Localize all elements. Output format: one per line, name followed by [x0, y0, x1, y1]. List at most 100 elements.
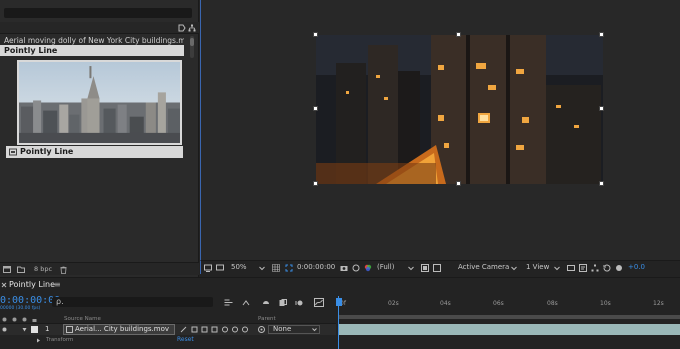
composition-icon: [9, 148, 17, 156]
reset-link[interactable]: Reset: [177, 336, 194, 343]
work-area-bar[interactable]: [338, 315, 680, 319]
project-toolbar: [0, 22, 199, 34]
flowchart-icon[interactable]: [188, 24, 196, 32]
audio-icon[interactable]: [12, 317, 17, 322]
transform-handle[interactable]: [313, 32, 318, 37]
transform-handle[interactable]: [456, 181, 461, 186]
layer-switches-icons[interactable]: [180, 326, 250, 333]
interpret-footage-icon[interactable]: [3, 266, 11, 273]
camera-icon[interactable]: [340, 264, 348, 272]
view-layout-dropdown[interactable]: 1 View: [526, 263, 549, 271]
tag-icon[interactable]: [178, 24, 186, 32]
chevron-down-icon[interactable]: [258, 264, 266, 272]
parent-value: None: [273, 325, 292, 333]
source-name-header[interactable]: Source Name: [64, 316, 101, 322]
transform-group-row[interactable]: Transform Reset: [0, 336, 336, 346]
exposure-value[interactable]: +0.0: [628, 263, 645, 271]
chevron-down-icon: [312, 328, 317, 332]
tab-timeline[interactable]: Pointly Line: [9, 280, 55, 289]
ruler-tick: 12s: [653, 300, 664, 307]
transform-handle[interactable]: [456, 32, 461, 37]
transform-handle[interactable]: [313, 106, 318, 111]
layer-column-headers: Source Name Parent: [0, 315, 336, 324]
playhead[interactable]: [336, 298, 342, 306]
expand-arrow-icon[interactable]: [22, 327, 27, 332]
footage-icon: [66, 326, 73, 333]
close-icon[interactable]: [1, 282, 7, 288]
project-search-input[interactable]: [4, 8, 192, 18]
shy-layers-icon[interactable]: [262, 299, 270, 307]
monitor-icon[interactable]: [216, 264, 224, 272]
reset-exposure-icon[interactable]: [603, 264, 611, 272]
resolution-dropdown[interactable]: (Full): [377, 263, 394, 271]
composition-frame-image: [316, 35, 603, 184]
layer-name-field[interactable]: Aerial... City buildings.mov: [63, 324, 175, 335]
fast-preview-icon[interactable]: [433, 264, 441, 272]
pickwhip-icon[interactable]: [258, 326, 265, 333]
frame-rate-label: 00000 (30.00 fps): [0, 306, 41, 311]
ruler-tick: 02s: [388, 300, 399, 307]
chevron-down-icon[interactable]: [510, 264, 518, 272]
chevron-down-icon[interactable]: [553, 264, 561, 272]
transform-handle[interactable]: [599, 32, 604, 37]
snapshot-icon[interactable]: [352, 264, 360, 272]
transform-handle[interactable]: [599, 181, 604, 186]
draft-3d-icon[interactable]: [242, 299, 250, 307]
selected-project-item[interactable]: Pointly Line: [0, 45, 184, 56]
expand-arrow-icon[interactable]: [36, 338, 41, 343]
ruler-tick: 10s: [600, 300, 611, 307]
frame-blending-icon[interactable]: [279, 299, 287, 307]
layer-row[interactable]: 1 Aerial... City buildings.mov None: [0, 324, 336, 335]
parent-dropdown[interactable]: None: [268, 325, 320, 334]
transform-handle[interactable]: [599, 106, 604, 111]
parent-header[interactable]: Parent: [258, 316, 276, 322]
composition-item-label: Pointly Line: [20, 147, 74, 156]
viewer-toolbar: 50% 0:00:00:00 (Full) Active Camera 1 Vi…: [200, 260, 680, 274]
footage-item-title[interactable]: Aerial moving dolly of New York City bui…: [4, 36, 184, 45]
timeline-icon[interactable]: [579, 264, 587, 272]
timeline-search-input[interactable]: ρ.: [52, 297, 213, 307]
ruler-tick: 04s: [440, 300, 451, 307]
bit-depth-label[interactable]: 8 bpc: [34, 265, 52, 273]
camera-view-dropdown[interactable]: Active Camera: [458, 263, 509, 271]
layer-name-label: Aerial... City buildings.mov: [75, 325, 170, 333]
channel-color-icon[interactable]: [364, 264, 372, 272]
exposure-icon[interactable]: [615, 264, 623, 272]
time-ruler[interactable]: 0f 02s 04s 06s 08s 10s 12s: [336, 296, 680, 314]
grid-icon[interactable]: [272, 264, 280, 272]
transform-label: Transform: [46, 337, 74, 343]
eye-icon[interactable]: [2, 317, 7, 322]
composition-item[interactable]: Pointly Line: [6, 146, 183, 158]
project-scrollbar[interactable]: [189, 36, 195, 58]
city-skyline-image: [19, 62, 180, 143]
ruler-tick: 06s: [493, 300, 504, 307]
flowchart-icon[interactable]: [591, 264, 599, 272]
toggle-pixel-aspect-icon[interactable]: [567, 264, 575, 272]
layer-duration-bar[interactable]: [338, 324, 680, 335]
transparency-grid-icon[interactable]: [421, 264, 429, 272]
comp-mini-flowchart-icon[interactable]: [224, 299, 233, 306]
new-folder-icon[interactable]: [17, 266, 25, 273]
region-of-interest-icon[interactable]: [285, 264, 293, 272]
transform-handle[interactable]: [313, 181, 318, 186]
chevron-down-icon[interactable]: [407, 264, 415, 272]
visibility-eye-icon[interactable]: [2, 327, 7, 332]
timeline-panel: Pointly Line ≡ 0:00:00:00 00000 (30.00 f…: [0, 277, 680, 349]
always-preview-icon[interactable]: [204, 264, 212, 272]
viewer-timecode[interactable]: 0:00:00:00: [297, 263, 335, 271]
project-panel: Aerial moving dolly of New York City bui…: [0, 0, 199, 277]
current-time-indicator[interactable]: [336, 296, 342, 349]
graph-editor-icon[interactable]: [314, 298, 324, 307]
label-color-swatch[interactable]: [31, 326, 38, 333]
solo-icon[interactable]: [22, 317, 27, 322]
zoom-dropdown[interactable]: 50%: [231, 263, 247, 271]
timeline-graph[interactable]: 0f 02s 04s 06s 08s 10s 12s: [336, 296, 680, 349]
motion-blur-icon[interactable]: [295, 299, 303, 307]
lock-icon[interactable]: [32, 317, 37, 322]
layer-number: 1: [45, 325, 50, 333]
ruler-tick: 08s: [547, 300, 558, 307]
footage-preview-thumbnail: [17, 60, 182, 145]
trash-icon[interactable]: [60, 266, 67, 274]
panel-menu-icon[interactable]: ≡: [54, 280, 61, 289]
composition-viewer[interactable]: [200, 0, 680, 260]
